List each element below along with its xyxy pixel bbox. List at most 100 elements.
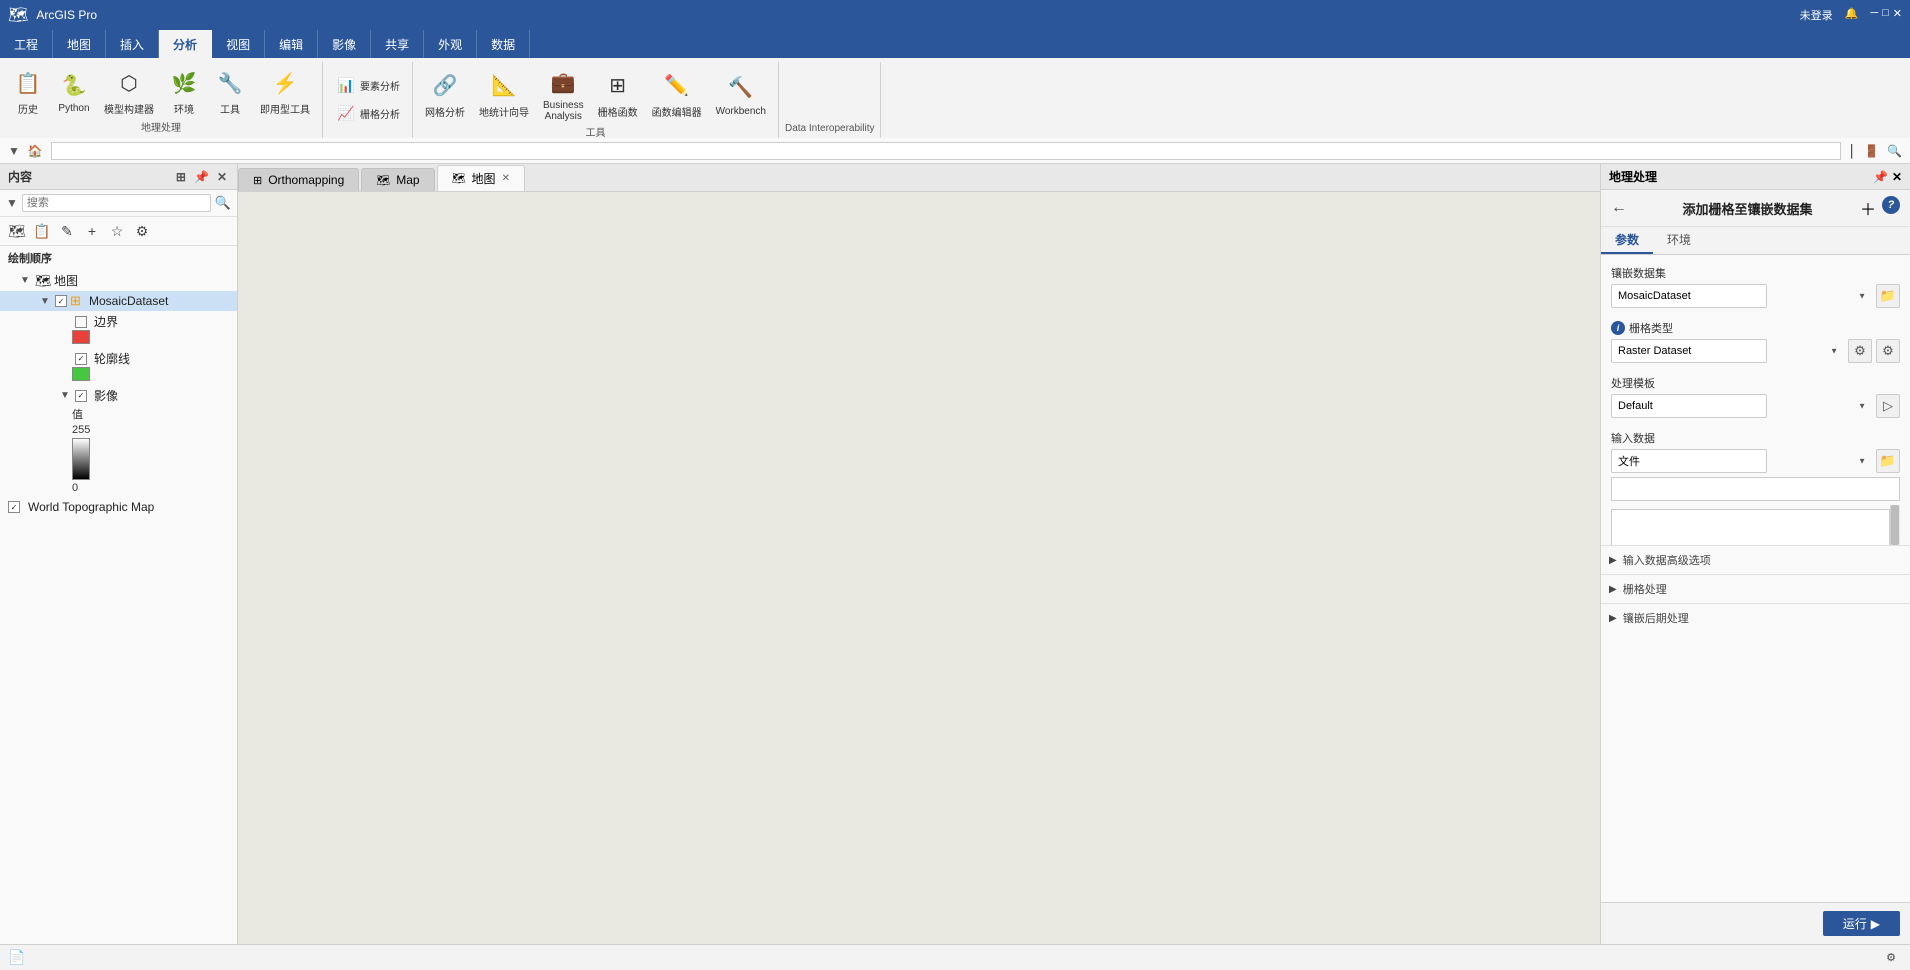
tab-share[interactable]: 共享 [371, 30, 424, 58]
search-button-icon[interactable]: 🔍 [215, 195, 231, 211]
tab-map[interactable]: 🗺 Map [361, 168, 434, 191]
right-panel-pin-icon[interactable]: 📌 [1873, 170, 1888, 184]
tree-item-mosaic[interactable]: ▼ ⊞ MosaicDataset [0, 291, 237, 311]
outline-checkbox[interactable] [75, 353, 87, 365]
tab-edit[interactable]: 编辑 [265, 30, 318, 58]
run-button[interactable]: 运行 ▶ [1823, 911, 1900, 936]
raster-editor-icon: ✏️ [661, 70, 693, 102]
boundary-checkbox[interactable] [75, 316, 87, 328]
gp-back-button[interactable]: ← [1611, 199, 1627, 217]
btn-history[interactable]: 📋 历史 [6, 65, 50, 118]
btn-spatial-guidance[interactable]: 📐 地统计向导 [473, 68, 535, 121]
section-advanced-input[interactable]: ▶ 输入数据高级选项 [1601, 545, 1910, 574]
btn-python[interactable]: 🐍 Python [52, 67, 96, 116]
btn-raster-functions[interactable]: ⊞ 栅格函数 [592, 68, 644, 121]
btn-tools[interactable]: 🔧 工具 [208, 65, 252, 118]
search-input[interactable] [22, 194, 211, 212]
tree-item-boundary[interactable]: 边界 [0, 311, 237, 332]
raster-type-input[interactable] [1611, 339, 1767, 363]
tree-item-outline[interactable]: 轮廓线 [0, 348, 237, 369]
process-template-btn[interactable]: ▷ [1876, 394, 1900, 418]
mosaic-checkbox[interactable] [55, 295, 67, 307]
input-list-scrollbar[interactable] [1890, 505, 1900, 545]
tab-view[interactable]: 视图 [212, 30, 265, 58]
left-panel-icon1[interactable]: ⊞ [174, 168, 188, 186]
toolbar-table-icon[interactable]: 📋 [31, 220, 53, 242]
right-panel-header: 地理处理 📌 ✕ [1601, 164, 1910, 190]
tree-item-image-label: 影像 [94, 387, 118, 404]
toolbar-add-icon[interactable]: + [81, 220, 103, 242]
toolbar-map-icon[interactable]: 🗺 [6, 220, 28, 242]
toolbar-star-icon[interactable]: ☆ [106, 220, 128, 242]
tree-item-world-topo-label: World Topographic Map [28, 500, 154, 514]
raster-type-btn1[interactable]: ⚙ [1848, 339, 1872, 363]
tree-item-world-topo[interactable]: World Topographic Map [0, 498, 237, 516]
left-panel-close-icon[interactable]: ✕ [215, 168, 229, 186]
tab-imagery[interactable]: 影像 [318, 30, 371, 58]
world-topo-checkbox[interactable] [8, 501, 20, 513]
param-process-template-label-text: 处理模板 [1611, 375, 1655, 391]
section-raster-processing[interactable]: ▶ 栅格处理 [1601, 574, 1910, 603]
toolbar-settings-icon[interactable]: ⚙ [131, 220, 153, 242]
toolbar-edit-icon[interactable]: ✎ [56, 220, 78, 242]
btn-feature-analysis[interactable]: 📊 要素分析 [329, 72, 406, 98]
btn-workbench[interactable]: 🔨 Workbench [710, 70, 772, 119]
input-data-browse-btn[interactable]: 📁 [1876, 449, 1900, 473]
tab-insert[interactable]: 插入 [106, 30, 159, 58]
close-ditu-tab[interactable]: ✕ [502, 173, 510, 184]
tab-project[interactable]: 工程 [0, 30, 53, 58]
process-template-input[interactable] [1611, 394, 1767, 418]
left-panel-pin-icon[interactable]: 📌 [192, 168, 211, 186]
right-panel-header-icons: 📌 ✕ [1873, 170, 1902, 184]
btn-quick-tools[interactable]: ⚡ 即用型工具 [254, 65, 316, 118]
tree-item-map[interactable]: ▼ 🗺 地图 [0, 270, 237, 291]
title-bar: 🗺 ArcGIS Pro 未登录 🔔 ─ □ ✕ [0, 0, 1910, 30]
minimize-btn[interactable]: ─ [1870, 7, 1878, 23]
raster-type-info-icon: i [1611, 321, 1625, 335]
close-btn[interactable]: ✕ [1893, 7, 1902, 23]
tab-orthomapping[interactable]: ⊞ Orthomapping [238, 168, 359, 191]
raster-type-btn2[interactable]: ⚙ [1876, 339, 1900, 363]
right-panel: 地理处理 📌 ✕ ← 添加栅格至镶嵌数据集 ＋ ? 参数 环境 镶嵌 [1600, 164, 1910, 944]
address-input[interactable] [51, 142, 1841, 160]
input-data-list[interactable] [1611, 509, 1890, 545]
login-status[interactable]: 未登录 [1800, 7, 1833, 23]
mosaic-dataset-browse-btn[interactable]: 📁 [1876, 284, 1900, 308]
tab-analysis[interactable]: 分析 [159, 30, 212, 58]
maximize-btn[interactable]: □ [1882, 7, 1889, 23]
run-label: 运行 [1843, 915, 1867, 932]
btn-business-analysis[interactable]: 💼 BusinessAnalysis [537, 64, 590, 124]
status-doc-icon[interactable]: 📄 [8, 949, 25, 966]
gp-add-icon[interactable]: ＋ [1860, 196, 1876, 220]
image-checkbox[interactable] [75, 390, 87, 402]
tab-ditu[interactable]: 🗺 地图 ✕ [437, 165, 525, 191]
param-tab-env[interactable]: 环境 [1653, 227, 1705, 254]
btn-environment[interactable]: 🌿 环境 [162, 65, 206, 118]
gp-help-icon[interactable]: ? [1882, 196, 1900, 214]
btn-model-builder[interactable]: ⬡ 模型构建器 [98, 65, 160, 118]
btn-raster-stats[interactable]: 📈 栅格分析 [329, 100, 406, 126]
notification-icon[interactable]: 🔔 [1845, 7, 1859, 23]
right-panel-close-icon[interactable]: ✕ [1892, 170, 1902, 184]
ribbon-group-geoprocessing-label: 地理处理 [141, 119, 181, 136]
input-data-row2 [1611, 477, 1900, 501]
mosaic-dataset-input[interactable] [1611, 284, 1767, 308]
map-view[interactable] [238, 192, 1600, 944]
ribbon-group-analysis: 📊 要素分析 📈 栅格分析 [323, 62, 413, 138]
param-raster-type-label: i 栅格类型 [1611, 320, 1900, 336]
tab-data[interactable]: 数据 [477, 30, 530, 58]
btn-network-analysis[interactable]: 🔗 网格分析 [419, 68, 471, 121]
input-list-scrollbar-thumb [1891, 505, 1899, 545]
section-mosaic-postprocess[interactable]: ▶ 镶嵌后期处理 [1601, 603, 1910, 632]
file-path-input[interactable] [1611, 477, 1900, 501]
tab-appearance[interactable]: 外观 [424, 30, 477, 58]
ribbon-group-tools-label: 工具 [585, 124, 605, 141]
tab-map[interactable]: 地图 [53, 30, 106, 58]
input-data-type-input[interactable] [1611, 449, 1767, 473]
param-tab-params[interactable]: 参数 [1601, 227, 1653, 254]
btn-raster-editor[interactable]: ✏️ 函数编辑器 [646, 68, 708, 121]
address-filter-icon: ▼ [8, 144, 20, 158]
left-panel-header-icons: ⊞ 📌 ✕ [174, 168, 229, 186]
tree-item-image[interactable]: ▼ 影像 [0, 385, 237, 406]
status-icon-right1[interactable]: ⚙ [1886, 952, 1896, 964]
